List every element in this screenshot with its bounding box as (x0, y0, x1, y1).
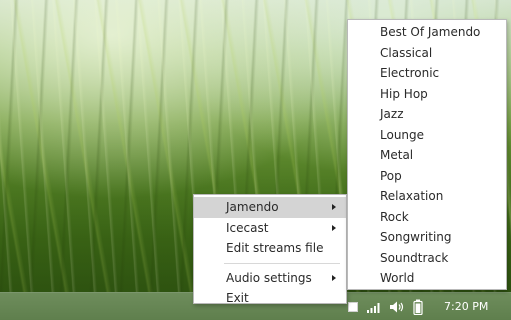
submenu-item-electronic[interactable]: Electronic (348, 63, 506, 84)
submenu-item-soundtrack[interactable]: Soundtrack (348, 248, 506, 269)
tray-context-menu: Jamendo Icecast Edit streams file Audio … (193, 194, 347, 305)
volume-icon[interactable] (389, 300, 405, 314)
clock[interactable]: 7:20 PM (444, 293, 488, 320)
submenu-item-rock[interactable]: Rock (348, 207, 506, 228)
submenu-item-label: Songwriting (380, 230, 452, 244)
menu-separator (224, 262, 340, 264)
radio-tray-icon[interactable] (348, 302, 358, 312)
submenu-item-songwriting[interactable]: Songwriting (348, 227, 506, 248)
submenu-item-label: Classical (380, 45, 433, 60)
submenu-item-metal[interactable]: Metal (348, 145, 506, 166)
submenu-item-world[interactable]: World (348, 268, 506, 289)
submenu-item-label: World (380, 271, 415, 285)
jamendo-submenu: Best Of Jamendo Classical Electronic Hip… (347, 19, 507, 290)
menu-item-exit[interactable]: Exit (194, 288, 346, 309)
submenu-item-classical[interactable]: Classical (348, 43, 506, 64)
menu-item-label: Exit (226, 291, 249, 305)
submenu-item-best-of-jamendo[interactable]: Best Of Jamendo (348, 22, 506, 43)
menu-item-jamendo[interactable]: Jamendo (194, 197, 346, 218)
submenu-item-label: Metal (380, 148, 414, 162)
submenu-item-label: Lounge (380, 127, 425, 142)
menu-item-label: Audio settings (226, 270, 312, 285)
signal-icon[interactable] (366, 300, 382, 314)
submenu-item-label: Pop (380, 168, 402, 183)
chevron-right-icon (332, 204, 336, 210)
submenu-item-pop[interactable]: Pop (348, 166, 506, 187)
menu-item-edit-streams-file[interactable]: Edit streams file (194, 238, 346, 259)
submenu-item-label: Relaxation (380, 189, 444, 203)
submenu-item-lounge[interactable]: Lounge (348, 125, 506, 146)
submenu-item-relaxation[interactable]: Relaxation (348, 186, 506, 207)
chevron-right-icon (332, 224, 336, 231)
submenu-item-label: Electronic (380, 66, 440, 80)
submenu-item-label: Best Of Jamendo (380, 25, 481, 39)
battery-icon[interactable] (413, 299, 423, 315)
menu-item-label: Jamendo (226, 200, 279, 214)
submenu-item-label: Soundtrack (380, 250, 449, 265)
chevron-right-icon (332, 274, 336, 281)
submenu-item-hip-hop[interactable]: Hip Hop (348, 84, 506, 105)
submenu-item-label: Jazz (380, 107, 404, 121)
submenu-item-label: Rock (380, 209, 409, 224)
submenu-item-jazz[interactable]: Jazz (348, 104, 506, 125)
submenu-item-label: Hip Hop (380, 86, 428, 101)
menu-item-audio-settings[interactable]: Audio settings (194, 268, 346, 289)
menu-item-icecast[interactable]: Icecast (194, 218, 346, 239)
menu-item-label: Icecast (226, 220, 269, 235)
menu-item-label: Edit streams file (226, 241, 324, 255)
